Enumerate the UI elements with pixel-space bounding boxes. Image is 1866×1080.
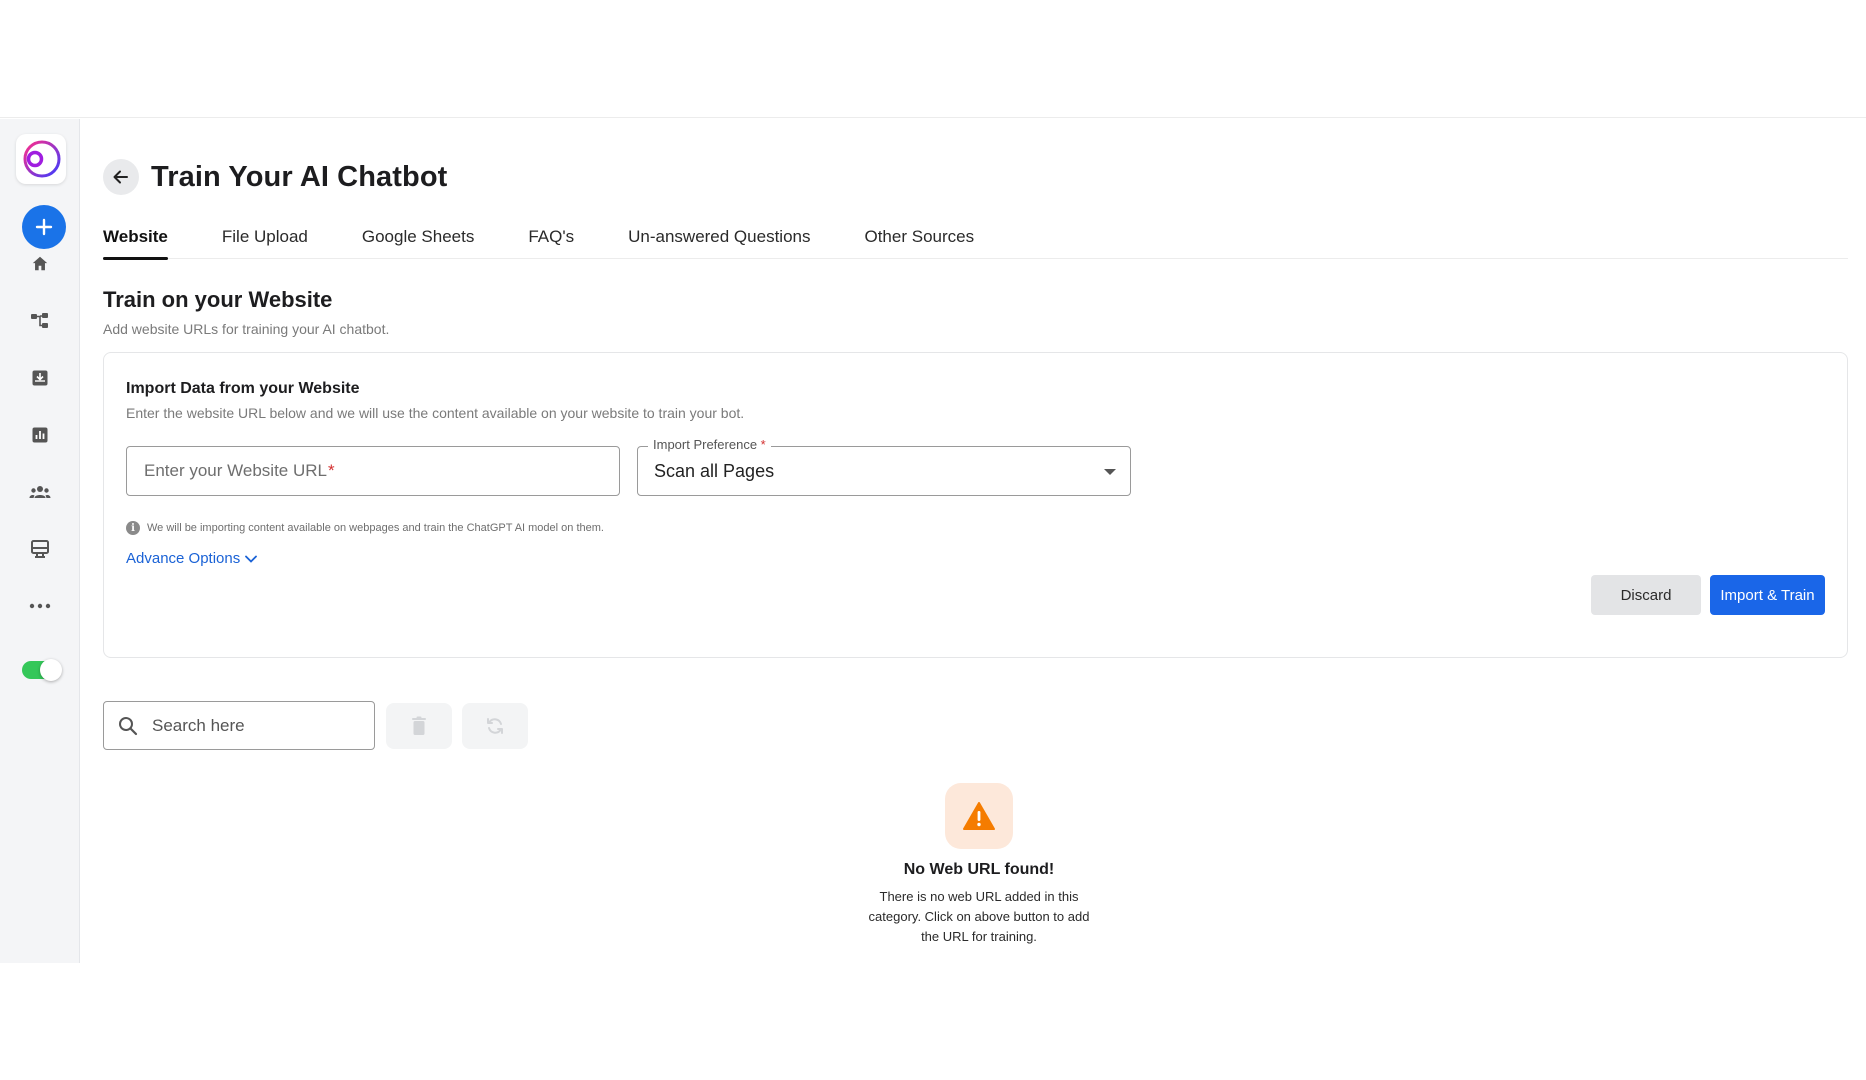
plus-icon bbox=[35, 218, 53, 236]
info-icon: i bbox=[126, 521, 140, 535]
sidebar-item-inbox[interactable] bbox=[28, 366, 52, 390]
home-icon bbox=[32, 256, 48, 271]
toggle-knob bbox=[40, 659, 62, 681]
discard-button[interactable]: Discard bbox=[1591, 575, 1701, 615]
empty-state-text: There is no web URL added in this catego… bbox=[868, 889, 1090, 944]
top-band bbox=[0, 0, 1866, 118]
sidebar-item-more[interactable] bbox=[28, 594, 52, 618]
tab-unanswered-questions[interactable]: Un-answered Questions bbox=[628, 219, 810, 259]
sidebar-item-home[interactable] bbox=[28, 252, 52, 276]
back-button[interactable] bbox=[103, 159, 139, 195]
logo-icon bbox=[23, 140, 61, 178]
sidebar-item-users[interactable] bbox=[28, 480, 52, 504]
brand-logo[interactable] bbox=[16, 134, 66, 184]
website-url-input[interactable]: Enter your Website URL * bbox=[126, 446, 620, 496]
info-text: We will be importing content available o… bbox=[147, 522, 604, 534]
tab-google-sheets[interactable]: Google Sheets bbox=[362, 219, 474, 259]
advance-options-toggle[interactable]: Advance Options bbox=[126, 550, 258, 567]
tab-bar: Website File Upload Google Sheets FAQ's … bbox=[103, 219, 1848, 260]
flow-icon bbox=[31, 313, 48, 328]
tab-faqs[interactable]: FAQ's bbox=[528, 219, 574, 259]
import-preference-label: Import Preference * bbox=[648, 437, 771, 452]
import-card: Import Data from your Website Enter the … bbox=[103, 352, 1848, 658]
import-train-button[interactable]: Import & Train bbox=[1710, 575, 1825, 615]
refresh-button[interactable] bbox=[462, 703, 528, 749]
required-mark: * bbox=[327, 461, 335, 480]
refresh-icon bbox=[487, 718, 503, 734]
warning-badge bbox=[945, 783, 1013, 849]
more-icon bbox=[29, 603, 51, 609]
delete-button[interactable] bbox=[386, 703, 452, 749]
import-card-title: Import Data from your Website bbox=[126, 380, 360, 397]
section-subtitle: Add website URLs for training your AI ch… bbox=[103, 321, 390, 337]
channels-icon bbox=[31, 540, 49, 558]
advance-options-label: Advance Options bbox=[126, 550, 241, 567]
sidebar-item-channels[interactable] bbox=[28, 537, 52, 561]
trash-icon bbox=[412, 716, 426, 735]
sidebar-item-flows[interactable] bbox=[28, 309, 52, 333]
import-card-subtitle: Enter the website URL below and we will … bbox=[126, 405, 745, 421]
import-preference-value: Scan all Pages bbox=[654, 460, 775, 481]
empty-state-title: No Web URL found! bbox=[903, 861, 1055, 878]
warning-icon bbox=[963, 802, 995, 830]
url-placeholder: Enter your Website URL bbox=[144, 461, 327, 480]
analytics-icon bbox=[32, 427, 48, 443]
arrow-left-icon bbox=[113, 170, 128, 184]
add-button[interactable] bbox=[22, 205, 66, 249]
chevron-down-icon bbox=[245, 555, 258, 563]
info-note: i We will be importing content available… bbox=[126, 521, 604, 535]
main-content: Train Your AI Chatbot Website File Uploa… bbox=[103, 119, 1848, 963]
empty-state: No Web URL found! There is no web URL ad… bbox=[859, 783, 1099, 947]
search-placeholder: Search here bbox=[152, 715, 245, 735]
sidebar-item-analytics[interactable] bbox=[28, 423, 52, 447]
tab-file-upload[interactable]: File Upload bbox=[222, 219, 308, 259]
search-icon bbox=[119, 716, 138, 735]
page-title: Train Your AI Chatbot bbox=[151, 160, 448, 193]
page-header: Train Your AI Chatbot bbox=[103, 157, 447, 197]
sidebar bbox=[0, 119, 80, 963]
tab-other-sources[interactable]: Other Sources bbox=[864, 219, 974, 259]
import-preference-select[interactable]: Import Preference * Scan all Pages bbox=[637, 437, 1131, 496]
search-input[interactable]: Search here bbox=[103, 701, 375, 750]
caret-down-icon bbox=[1104, 469, 1116, 475]
section-title: Train on your Website bbox=[103, 287, 333, 312]
tab-website[interactable]: Website bbox=[103, 219, 168, 260]
users-icon bbox=[29, 486, 51, 498]
status-toggle[interactable] bbox=[22, 659, 62, 681]
inbox-icon bbox=[32, 370, 48, 386]
